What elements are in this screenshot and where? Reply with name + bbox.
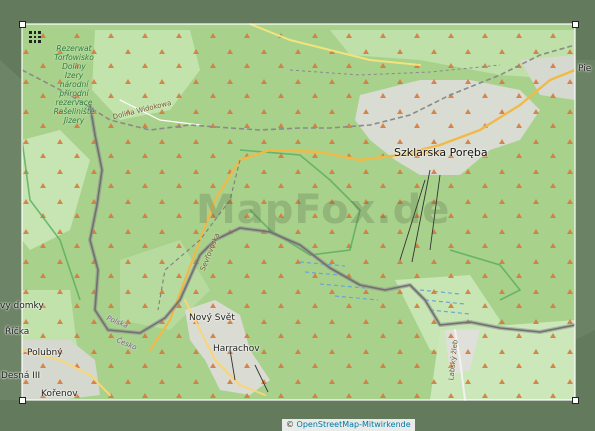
attribution-link[interactable]: OpenStreetMap-Mitwirkende bbox=[297, 420, 411, 429]
reserve-label: Rezerwat Torfowisko Doliny Izery národní… bbox=[53, 44, 95, 125]
drag-handle-icon[interactable] bbox=[29, 31, 41, 43]
resize-handle-bottom-right[interactable] bbox=[572, 397, 579, 404]
place-label-korenov: Kořenov bbox=[41, 389, 78, 399]
place-label-szklarska: Szklarska Poręba bbox=[394, 146, 488, 159]
place-label-desna: Desná III bbox=[1, 371, 41, 381]
place-label-polubny: Polubný bbox=[27, 348, 63, 358]
place-label-harrachov: Harrachov bbox=[213, 344, 260, 354]
watermark: MapFox.de bbox=[196, 187, 451, 233]
resize-handle-bottom-left[interactable] bbox=[19, 397, 26, 404]
place-label-ricka: Říčka bbox=[5, 327, 30, 337]
resize-handle-top-right[interactable] bbox=[572, 21, 579, 28]
resize-handle-top-left[interactable] bbox=[19, 21, 26, 28]
map-view[interactable]: MapFox.de Szklarska Poręba Nový Svět Har… bbox=[0, 0, 595, 431]
map-attribution: © OpenStreetMap-Mitwirkende bbox=[282, 419, 415, 431]
place-label-vy-domky: vy domky bbox=[0, 301, 44, 311]
place-label-pie: Pie bbox=[578, 64, 592, 74]
place-label-novy-svet: Nový Svět bbox=[189, 313, 235, 323]
